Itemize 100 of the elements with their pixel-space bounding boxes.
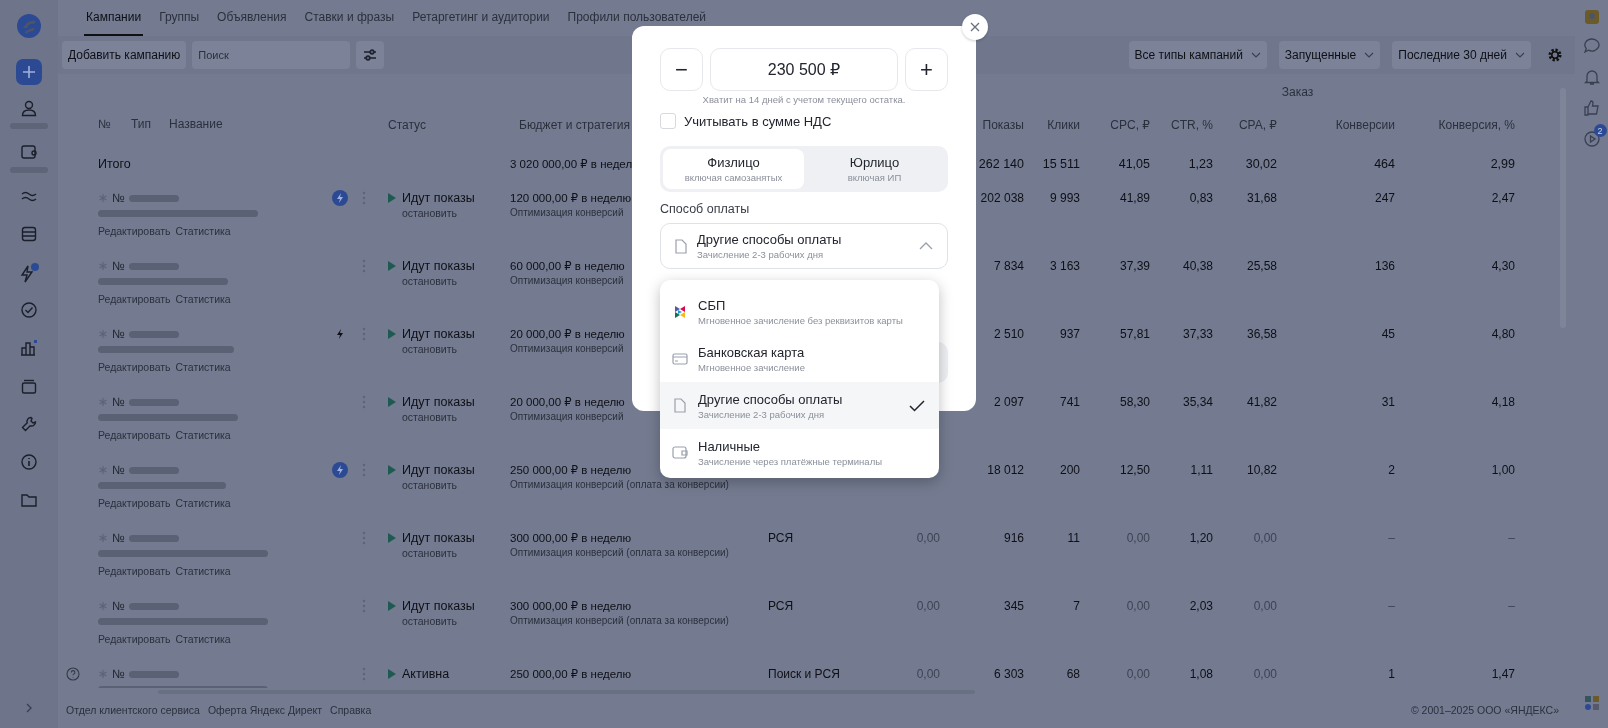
tab[interactable]: Ставки и фразы: [302, 0, 397, 36]
stop-link[interactable]: остановить: [402, 615, 457, 627]
table-cell: 41,89: [1119, 191, 1150, 205]
payment-option[interactable]: СБП Мгновенное зачисление без реквизитов карты: [660, 288, 939, 335]
payment-option[interactable]: Наличные Зачисление через платёжные терминалы: [660, 429, 939, 476]
widget-icon[interactable]: [1584, 696, 1599, 710]
link[interactable]: Статистика: [175, 497, 231, 509]
tab[interactable]: Ретаргетинг и аудитории: [410, 0, 552, 36]
table-cell: 37,33: [1182, 327, 1213, 341]
table-cell: 58,30: [1119, 395, 1150, 409]
link[interactable]: Статистика: [175, 633, 231, 645]
lightning-badge-icon[interactable]: [332, 462, 348, 478]
stop-link[interactable]: остановить: [402, 343, 457, 355]
stop-link[interactable]: остановить: [402, 547, 457, 559]
field-label: Способ оплаты: [660, 202, 750, 216]
redacted-bar: [128, 398, 179, 406]
database-icon[interactable]: [20, 225, 38, 243]
stop-link[interactable]: остановить: [402, 275, 457, 287]
chevron-up-icon: [919, 242, 933, 250]
chevron-down-icon: [1250, 52, 1261, 58]
link[interactable]: Редактировать: [98, 429, 171, 441]
link[interactable]: Редактировать: [98, 633, 171, 645]
stop-link[interactable]: остановить: [402, 479, 457, 491]
add-campaign-button[interactable]: Добавить кампанию: [62, 41, 187, 69]
info-icon[interactable]: [20, 453, 38, 471]
table-cell: 41,05: [1118, 157, 1150, 171]
link[interactable]: Редактировать: [98, 361, 171, 373]
bar-chart-icon[interactable]: [19, 339, 39, 357]
redacted-bar: [128, 602, 179, 610]
payment-option[interactable]: Банковская карта Мгновенное зачисление: [660, 335, 939, 382]
avatar-icon[interactable]: [1584, 10, 1599, 24]
column-header: Конверсии: [1335, 118, 1395, 132]
table-cell-text: 120 000,00 ₽ в неделю: [510, 191, 632, 206]
table-cell: Поиск и РСЯ: [768, 667, 840, 681]
table-cell-text: 20 000,00 ₽ в неделю: [510, 327, 625, 342]
increase-button[interactable]: +: [905, 48, 948, 91]
payer-tab[interactable]: Физлицо включая самозанятых: [663, 149, 804, 189]
amount-field[interactable]: 230 500 ₽: [710, 48, 898, 91]
logo-icon[interactable]: [16, 13, 42, 39]
filter-dropdown[interactable]: Все типы кампаний: [1128, 41, 1267, 69]
strategy-text: Оптимизация конверсий (оплата за конверсии): [510, 615, 729, 626]
table-cell: 262 140: [978, 157, 1024, 171]
settings-icon[interactable]: [1547, 47, 1563, 63]
chat-icon[interactable]: [1582, 37, 1601, 55]
table-cell: №: [112, 531, 125, 545]
user-icon[interactable]: [20, 99, 38, 117]
table-cell: 9 993: [1049, 191, 1080, 205]
create-button[interactable]: [16, 59, 42, 85]
search-field[interactable]: Поиск: [192, 41, 351, 69]
link[interactable]: Редактировать: [98, 225, 171, 237]
redacted-bar: [128, 466, 179, 474]
check-circle-icon[interactable]: [20, 301, 38, 319]
link[interactable]: Статистика: [175, 565, 231, 577]
table-cell: 136: [1374, 259, 1395, 273]
bell-icon[interactable]: [1582, 68, 1601, 86]
chevron-right-icon[interactable]: [24, 702, 34, 714]
link[interactable]: Статистика: [175, 225, 231, 237]
status-text: Идут показы: [402, 259, 475, 273]
stop-link[interactable]: остановить: [402, 207, 457, 219]
tab[interactable]: Профили пользователей: [565, 0, 708, 36]
cards-icon[interactable]: [20, 377, 38, 395]
footer-link[interactable]: Справка: [330, 704, 372, 716]
asterisk-icon: [98, 533, 108, 543]
column-header: CPA, ₽: [1238, 118, 1277, 132]
wallet-icon[interactable]: [20, 143, 38, 161]
thumbs-up-icon[interactable]: [1582, 99, 1601, 117]
wrench-icon[interactable]: [20, 415, 38, 433]
tab[interactable]: Группы: [157, 0, 202, 36]
link[interactable]: Редактировать: [98, 293, 171, 305]
asterisk-icon: [98, 465, 108, 475]
tab[interactable]: Объявления: [215, 0, 289, 36]
lightning-badge-icon[interactable]: [332, 190, 348, 206]
vat-checkbox[interactable]: Учитывать в сумме НДС: [660, 111, 832, 131]
play-circle-icon[interactable]: [1582, 130, 1601, 148]
filter-dropdown[interactable]: Запущенные: [1278, 41, 1381, 69]
footer-link[interactable]: Оферта Яндекс Директ: [207, 704, 323, 716]
stop-link[interactable]: остановить: [402, 411, 457, 423]
table-cell-text: 300 000,00 ₽ в неделю: [510, 531, 632, 546]
close-button[interactable]: [962, 14, 988, 40]
payment-option[interactable]: Другие способы оплаты Зачисление 2-3 рабочих дня: [660, 382, 939, 429]
link[interactable]: Редактировать: [98, 565, 171, 577]
link[interactable]: Статистика: [175, 361, 231, 373]
link[interactable]: Статистика: [175, 429, 231, 441]
link[interactable]: Редактировать: [98, 497, 171, 509]
filter-button[interactable]: [356, 41, 385, 69]
table-cell: 2,47: [1491, 191, 1515, 205]
lightning-icon[interactable]: [18, 263, 40, 283]
table-cell: 57,81: [1119, 327, 1150, 341]
payer-tab[interactable]: Юрлицо включая ИП: [804, 149, 945, 189]
link[interactable]: Статистика: [175, 293, 231, 305]
table-cell: 4,80: [1491, 327, 1515, 341]
help-icon[interactable]: [66, 667, 80, 681]
filter-dropdown[interactable]: Последние 30 дней: [1392, 41, 1531, 69]
decrease-button[interactable]: −: [660, 48, 703, 91]
footer-link[interactable]: Отдел клиентского сервиса: [66, 704, 200, 716]
table-cell: 41,82: [1246, 395, 1277, 409]
table-cell-text: 250 000,00 ₽ в неделю: [510, 667, 632, 682]
payment-method-select[interactable]: Другие способы оплаты Зачисление 2-3 рабочих дня: [660, 223, 948, 269]
folder-icon[interactable]: [20, 491, 38, 509]
table-cell-text: 20 000,00 ₽ в неделю: [510, 395, 625, 410]
